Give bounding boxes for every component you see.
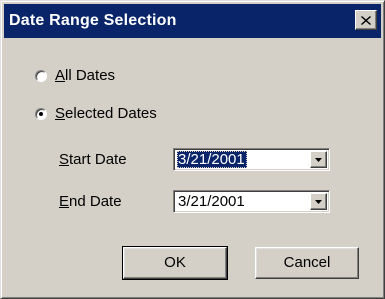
start-date-combo[interactable]: 3/21/2001	[173, 148, 330, 171]
all-dates-option[interactable]: All Dates	[35, 67, 115, 84]
ok-button[interactable]: OK	[122, 246, 228, 280]
selected-dates-radio[interactable]	[35, 107, 47, 120]
radio-selected-dot	[39, 111, 43, 116]
start-date-label: Start Date	[59, 151, 127, 168]
start-date-dropdown-button[interactable]	[310, 151, 327, 168]
end-date-label: End Date	[59, 193, 122, 210]
cancel-button[interactable]: Cancel	[255, 247, 359, 279]
selected-dates-option[interactable]: Selected Dates	[35, 105, 157, 122]
start-date-value[interactable]: 3/21/2001	[177, 151, 247, 168]
close-button[interactable]	[355, 10, 377, 30]
date-range-dialog: Date Range Selection All Dates Selected …	[0, 0, 385, 299]
all-dates-radio[interactable]	[35, 69, 47, 82]
selected-dates-label: Selected Dates	[55, 105, 157, 122]
window-title: Date Range Selection	[9, 12, 177, 29]
end-date-value[interactable]: 3/21/2001	[177, 193, 247, 210]
chevron-down-icon	[315, 157, 322, 162]
title-bar[interactable]: Date Range Selection	[4, 4, 381, 38]
close-icon	[361, 15, 371, 25]
all-dates-label: All Dates	[55, 67, 116, 84]
end-date-combo[interactable]: 3/21/2001	[173, 190, 330, 213]
end-date-dropdown-button[interactable]	[310, 193, 327, 210]
chevron-down-icon	[315, 199, 322, 204]
